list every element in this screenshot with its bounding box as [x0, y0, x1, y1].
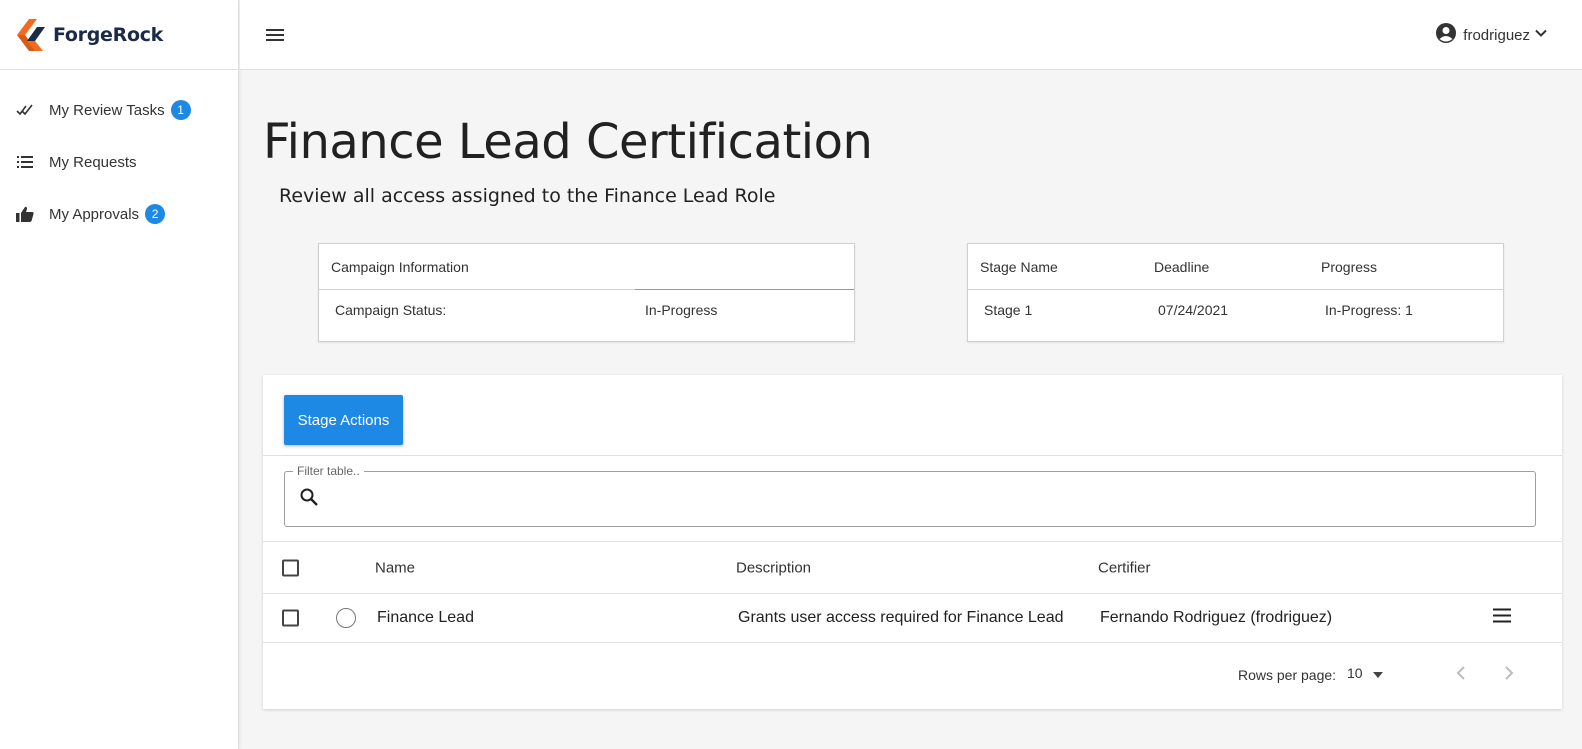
sidebar-item-my-review-tasks[interactable]: My Review Tasks 1 [0, 84, 238, 136]
column-header-description[interactable]: Description [736, 559, 811, 576]
filter-input[interactable] [329, 479, 1535, 519]
filter-section: Filter table.. [263, 456, 1562, 542]
campaign-status-label: Campaign Status: [335, 302, 447, 318]
rows-per-page-value: 10 [1347, 665, 1363, 681]
stage-name-header: Stage Name [980, 259, 1058, 275]
page-title: Finance Lead Certification [263, 114, 873, 170]
search-icon [299, 487, 319, 512]
stage-actions-button[interactable]: Stage Actions [284, 395, 403, 445]
next-page-icon[interactable] [1503, 665, 1515, 684]
sidebar-item-label: My Review Tasks [49, 101, 165, 119]
filter-label: Filter table.. [293, 464, 364, 478]
sidebar-item-label: My Approvals [49, 205, 140, 223]
sidebar-nav: My Review Tasks 1 My Requests My Approva… [0, 70, 238, 240]
table-header-row: Name Description Certifier [263, 542, 1562, 594]
count-badge: 1 [170, 100, 191, 120]
deadline-value: 07/24/2021 [1158, 302, 1229, 318]
row-checkbox[interactable] [282, 609, 299, 627]
select-all-checkbox[interactable] [282, 559, 299, 576]
row-name: Finance Lead [377, 609, 474, 626]
previous-page-icon[interactable] [1455, 665, 1467, 684]
deadline-header: Deadline [1154, 259, 1210, 275]
account-circle-icon [1435, 22, 1457, 49]
row-certifier: Fernando Rodriguez (frodriguez) [1100, 609, 1333, 626]
pagination-bar: Rows per page: 10 [263, 643, 1562, 707]
sidebar-item-my-requests[interactable]: My Requests [0, 136, 238, 188]
stage-info-panel: Stage Name Deadline Progress Stage 1 07/… [967, 243, 1504, 342]
certification-table-card: Stage Actions Filter table.. Name Descri… [263, 375, 1562, 709]
count-badge: 2 [145, 204, 166, 224]
list-icon [15, 152, 35, 172]
rows-per-page-label: Rows per page: [1238, 667, 1337, 683]
page-subtitle: Review all access assigned to the Financ… [279, 185, 776, 207]
logo[interactable]: ForgeRock [0, 0, 238, 70]
sidebar-item-label: My Requests [49, 153, 137, 171]
campaign-status-value: In-Progress [645, 302, 718, 318]
user-menu[interactable]: frodriguez [1435, 22, 1548, 49]
header-divider [635, 289, 854, 290]
brand-name: ForgeRock [53, 23, 164, 46]
card-toolbar: Stage Actions [263, 375, 1562, 456]
stage-name-value: Stage 1 [984, 302, 1033, 318]
rows-per-page-select[interactable]: 10 [1347, 665, 1383, 681]
progress-value: In-Progress: 1 [1325, 302, 1413, 318]
hamburger-menu-icon[interactable] [264, 24, 286, 46]
top-bar: frodriguez [240, 0, 1582, 70]
double-check-icon [15, 100, 35, 120]
stage-info-header: Stage Name Deadline Progress [968, 244, 1503, 290]
sidebar: ForgeRock My Review Tasks 1 My Requests … [0, 0, 239, 749]
campaign-info-panel: Campaign Information Campaign Status: In… [318, 243, 855, 342]
row-description: Grants user access required for Finance … [738, 609, 1064, 626]
progress-header: Progress [1321, 259, 1378, 275]
sidebar-item-my-approvals[interactable]: My Approvals 2 [0, 188, 238, 240]
campaign-info-title: Campaign Information [331, 259, 469, 275]
thumbs-up-icon [15, 204, 35, 224]
table-row[interactable]: Finance Lead Grants user access required… [263, 594, 1562, 643]
row-status-radio[interactable] [336, 608, 356, 628]
chevron-down-icon [1534, 26, 1548, 45]
username: frodriguez [1463, 27, 1530, 44]
filter-field[interactable] [284, 471, 1536, 527]
row-menu-icon[interactable] [1492, 608, 1512, 629]
column-header-certifier[interactable]: Certifier [1098, 559, 1151, 576]
column-header-name[interactable]: Name [375, 559, 415, 576]
campaign-info-header: Campaign Information [319, 244, 854, 290]
dropdown-arrow-icon [1372, 665, 1383, 681]
forgerock-logo-icon [17, 18, 45, 51]
